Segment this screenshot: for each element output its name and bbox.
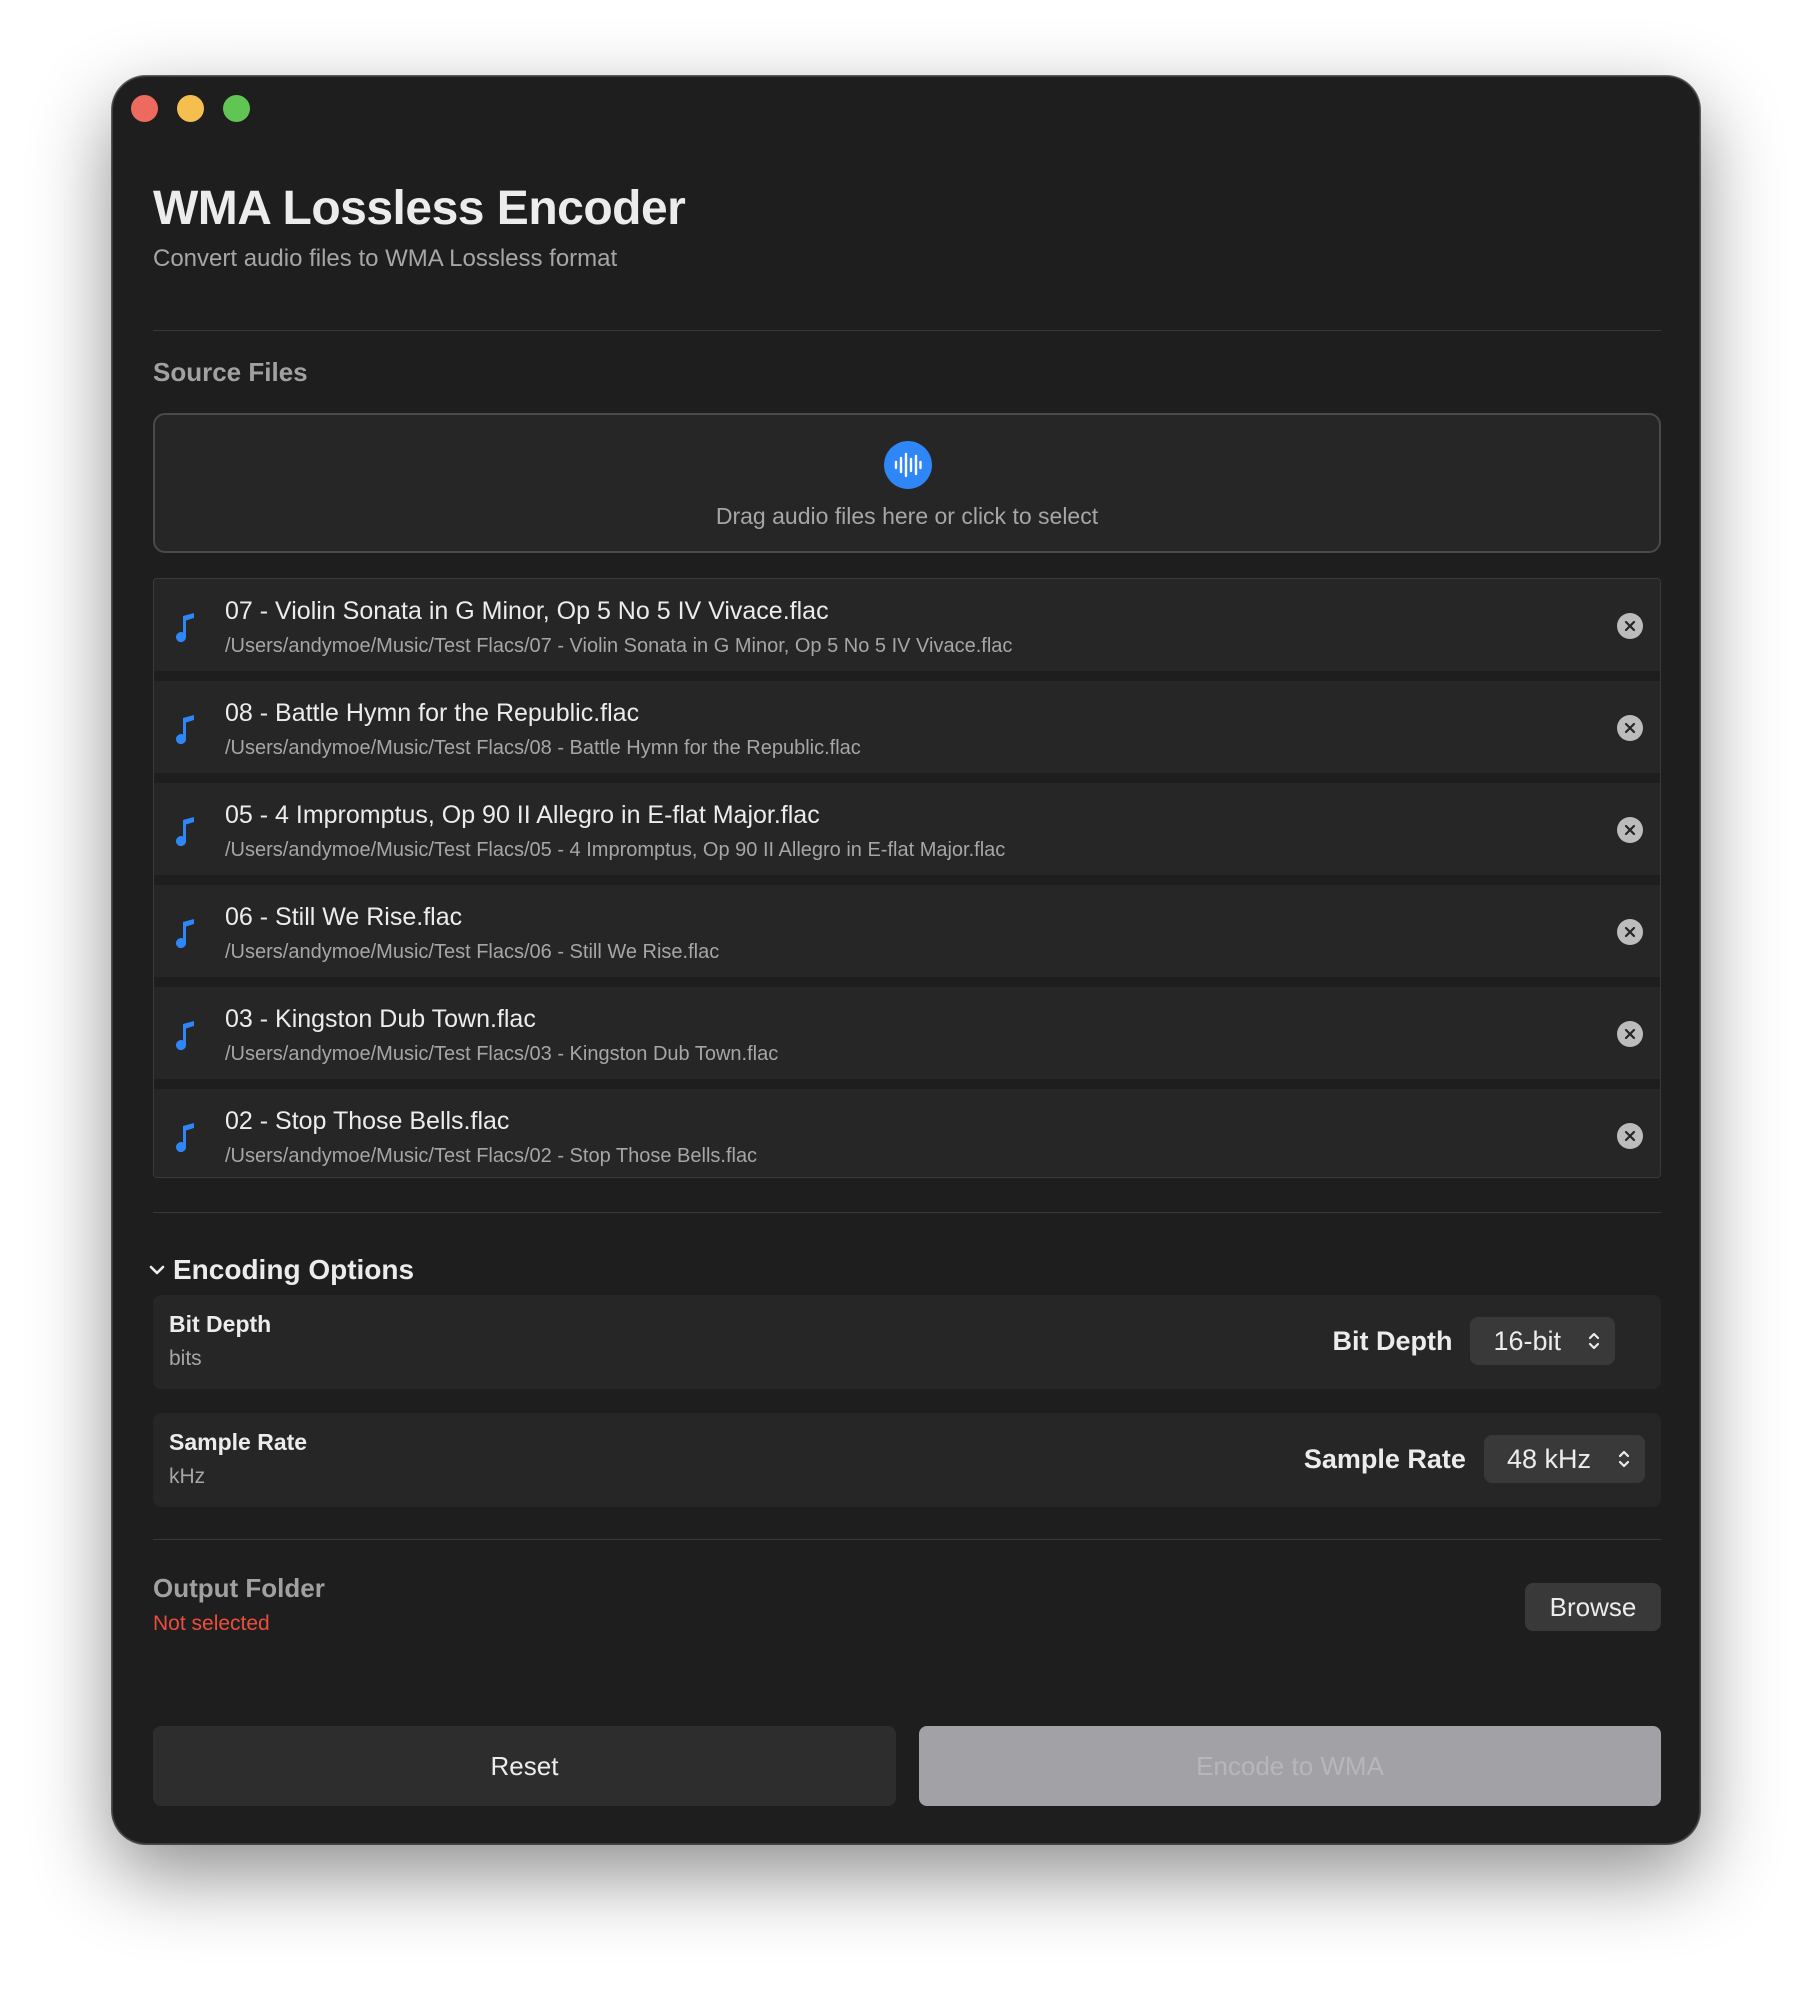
output-folder-title: Output Folder <box>153 1573 325 1603</box>
sample-rate-select[interactable]: 48 kHz <box>1483 1435 1645 1483</box>
chevron-down-icon <box>149 1265 165 1275</box>
file-name: 05 - 4 Impromptus, Op 90 II Allegro in E… <box>225 801 820 829</box>
sample-rate-control-label: Sample Rate <box>1303 1443 1466 1474</box>
close-icon <box>1624 824 1636 836</box>
browse-button[interactable]: Browse <box>1525 1583 1661 1631</box>
close-icon <box>1624 1130 1636 1142</box>
file-path: /Users/andymoe/Music/Test Flacs/05 - 4 I… <box>225 839 1006 861</box>
music-note-icon <box>176 1021 194 1051</box>
file-name: 03 - Kingston Dub Town.flac <box>225 1005 536 1033</box>
divider <box>153 330 1661 331</box>
music-note-icon <box>176 919 194 949</box>
file-path: /Users/andymoe/Music/Test Flacs/06 - Sti… <box>225 941 720 963</box>
reset-button[interactable]: Reset <box>153 1726 896 1806</box>
sample-rate-row: Sample Rate kHz Sample Rate 48 kHz <box>153 1413 1661 1507</box>
file-name: 06 - Still We Rise.flac <box>225 903 463 931</box>
file-list-item[interactable]: 05 - 4 Impromptus, Op 90 II Allegro in E… <box>154 783 1660 875</box>
file-path: /Users/andymoe/Music/Test Flacs/03 - Kin… <box>225 1043 779 1065</box>
remove-file-button[interactable] <box>1617 1021 1643 1047</box>
remove-file-button[interactable] <box>1617 715 1643 741</box>
music-note-icon <box>176 613 194 643</box>
file-name: 02 - Stop Those Bells.flac <box>225 1107 510 1135</box>
file-list-item[interactable]: 07 - Violin Sonata in G Minor, Op 5 No 5… <box>154 579 1660 671</box>
waveform-icon <box>884 441 932 489</box>
divider <box>153 1212 1661 1213</box>
file-list[interactable]: 07 - Violin Sonata in G Minor, Op 5 No 5… <box>153 578 1661 1178</box>
encoding-options-label: Encoding Options <box>173 1254 415 1285</box>
file-list-item[interactable]: 02 - Stop Those Bells.flac /Users/andymo… <box>154 1089 1660 1177</box>
close-icon <box>1624 722 1636 734</box>
file-list-item[interactable]: 08 - Battle Hymn for the Republic.flac /… <box>154 681 1660 773</box>
chevron-updown-icon <box>1588 1332 1600 1350</box>
app-title: WMA Lossless Encoder <box>153 182 686 235</box>
close-icon <box>1624 926 1636 938</box>
bit-depth-control: Bit Depth 16-bit <box>1332 1317 1615 1365</box>
bit-depth-unit: bits <box>169 1347 202 1370</box>
bit-depth-select[interactable]: 16-bit <box>1470 1317 1615 1365</box>
file-path: /Users/andymoe/Music/Test Flacs/07 - Vio… <box>225 635 1013 657</box>
remove-file-button[interactable] <box>1617 1123 1643 1149</box>
remove-file-button[interactable] <box>1617 817 1643 843</box>
music-note-icon <box>176 1123 194 1153</box>
bit-depth-title: Bit Depth <box>169 1311 272 1337</box>
dropzone-text: Drag audio files here or click to select <box>715 503 1099 529</box>
remove-file-button[interactable] <box>1617 919 1643 945</box>
sample-rate-control: Sample Rate 48 kHz <box>1304 1435 1645 1483</box>
divider <box>153 1539 1661 1540</box>
close-window-button[interactable] <box>131 95 158 122</box>
maximize-window-button[interactable] <box>223 95 250 122</box>
minimize-window-button[interactable] <box>177 95 204 122</box>
bit-depth-row: Bit Depth bits Bit Depth 16-bit <box>153 1295 1661 1389</box>
app-window: WMA Lossless Encoder Convert audio files… <box>112 76 1700 1844</box>
file-list-item[interactable]: 06 - Still We Rise.flac /Users/andymoe/M… <box>154 885 1660 977</box>
app-subtitle: Convert audio files to WMA Lossless form… <box>153 245 618 272</box>
file-name: 07 - Violin Sonata in G Minor, Op 5 No 5… <box>225 597 829 625</box>
encoding-options-disclosure[interactable]: Encoding Options <box>149 1254 414 1286</box>
file-name: 08 - Battle Hymn for the Republic.flac <box>225 699 640 727</box>
file-path: /Users/andymoe/Music/Test Flacs/02 - Sto… <box>225 1145 758 1167</box>
close-icon <box>1624 1028 1636 1040</box>
sample-rate-unit: kHz <box>169 1465 206 1488</box>
remove-file-button[interactable] <box>1617 613 1643 639</box>
sample-rate-value: 48 kHz <box>1506 1443 1591 1474</box>
file-dropzone[interactable]: Drag audio files here or click to select <box>153 413 1661 553</box>
music-note-icon <box>176 817 194 847</box>
bit-depth-control-label: Bit Depth <box>1332 1325 1453 1356</box>
file-path: /Users/andymoe/Music/Test Flacs/08 - Bat… <box>225 737 861 759</box>
output-folder-status: Not selected <box>153 1612 270 1635</box>
chevron-updown-icon <box>1618 1450 1630 1468</box>
encode-button[interactable]: Encode to WMA <box>919 1726 1661 1806</box>
window-controls <box>131 95 250 122</box>
bit-depth-value: 16-bit <box>1493 1325 1561 1356</box>
file-list-item[interactable]: 03 - Kingston Dub Town.flac /Users/andym… <box>154 987 1660 1079</box>
source-files-label: Source Files <box>153 357 308 387</box>
music-note-icon <box>176 715 194 745</box>
close-icon <box>1624 620 1636 632</box>
sample-rate-title: Sample Rate <box>169 1429 308 1455</box>
